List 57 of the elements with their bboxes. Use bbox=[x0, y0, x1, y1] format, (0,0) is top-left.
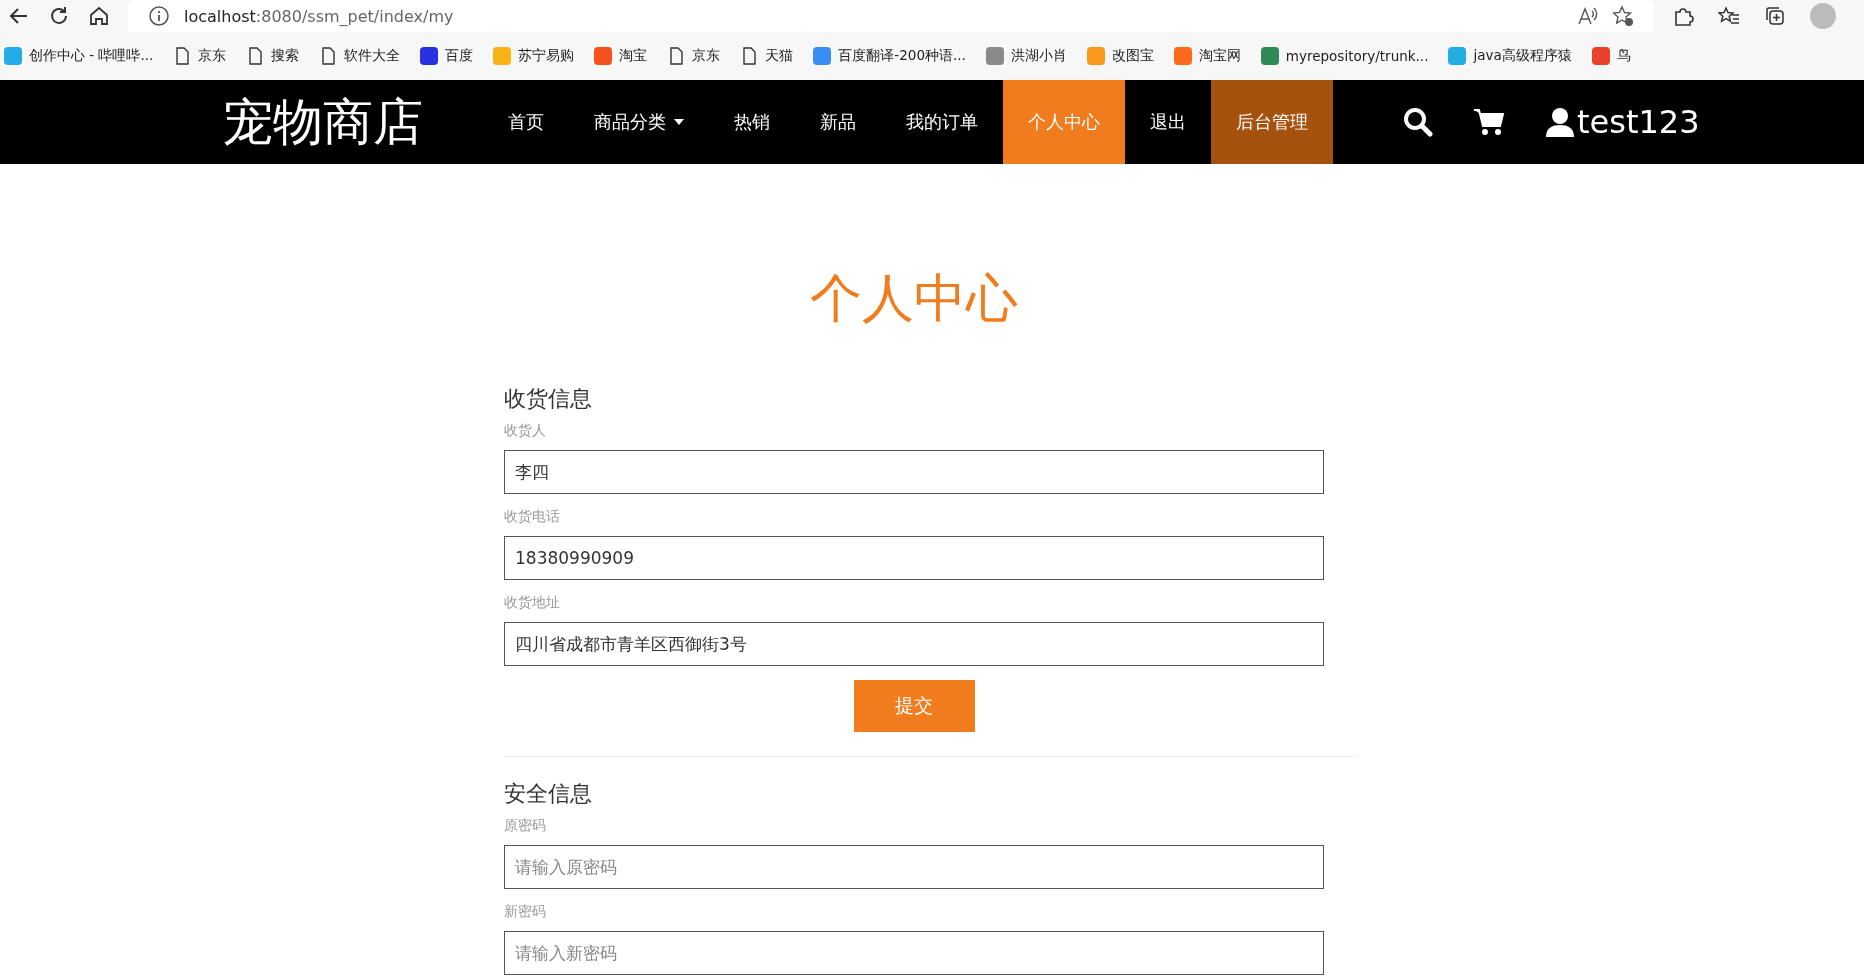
page-title: 个人中心 bbox=[809, 267, 1019, 330]
bookmark-link[interactable]: 百度翻译-200种语... bbox=[813, 47, 966, 65]
field-label: 原密码 bbox=[504, 817, 547, 835]
cart-icon[interactable] bbox=[1473, 107, 1505, 137]
bookmark-link[interactable]: 京东 bbox=[667, 47, 721, 65]
input-field[interactable]: 请输入原密码 bbox=[504, 845, 1324, 889]
page-icon bbox=[173, 47, 192, 65]
store-logo[interactable]: 宠物商店 bbox=[223, 80, 423, 164]
collections-icon[interactable] bbox=[1764, 5, 1786, 27]
bookmark-link[interactable]: myrepository/trunk... bbox=[1260, 47, 1429, 65]
input-field[interactable]: 请输入新密码 bbox=[504, 931, 1324, 975]
page-icon bbox=[667, 47, 686, 65]
bookmark-link[interactable]: 苏宁易购 bbox=[493, 47, 575, 65]
field-label: 收货地址 bbox=[504, 594, 561, 612]
nav-tab[interactable]: 后台管理 bbox=[1211, 80, 1333, 164]
field-label: 收货电话 bbox=[504, 508, 561, 526]
bookmark-link[interactable]: 百度 bbox=[420, 47, 474, 65]
bookmark-link[interactable]: 软件大全 bbox=[319, 47, 401, 65]
favorites-icon[interactable] bbox=[1718, 5, 1740, 27]
bookmark-link[interactable]: java高级程序猿 bbox=[1448, 47, 1572, 65]
section-heading: 安全信息 bbox=[504, 780, 593, 808]
bookmark-link[interactable]: 京东 bbox=[173, 47, 227, 65]
bookmark-link[interactable]: 搜索 bbox=[246, 47, 300, 65]
user-menu[interactable]: test123 bbox=[1545, 103, 1700, 141]
input-field[interactable]: 四川省成都市青羊区西御街3号 bbox=[504, 622, 1324, 666]
read-aloud-icon[interactable] bbox=[1576, 5, 1598, 27]
field-label: 收货人 bbox=[504, 422, 547, 440]
input-field[interactable]: 18380990909 bbox=[504, 536, 1324, 580]
bookmark-link[interactable]: 洪湖小肖 bbox=[985, 47, 1067, 65]
caret-icon bbox=[674, 119, 684, 125]
section-heading: 收货信息 bbox=[504, 385, 593, 413]
url-text: localhost:8080/ssm_pet/index/my bbox=[184, 6, 454, 26]
bookmark-link[interactable]: 鸟 bbox=[1591, 47, 1631, 65]
search-icon[interactable] bbox=[1403, 107, 1433, 137]
nav-tab[interactable]: 热销 bbox=[709, 80, 795, 164]
nav-tab[interactable]: 首页 bbox=[483, 80, 569, 164]
bookmark-link[interactable]: 改图宝 bbox=[1086, 47, 1154, 65]
field-label: 新密码 bbox=[504, 903, 547, 921]
nav-tab[interactable]: 商品分类 bbox=[569, 80, 709, 164]
nav-tab[interactable]: 退出 bbox=[1125, 80, 1211, 164]
address-bar[interactable]: localhost:8080/ssm_pet/index/my bbox=[128, 0, 1654, 32]
input-field[interactable]: 李四 bbox=[504, 450, 1324, 494]
nav-tab[interactable]: 我的订单 bbox=[881, 80, 1003, 164]
bookmark-link[interactable]: 创作中心 - 哔哩哔... bbox=[4, 47, 154, 65]
user-icon bbox=[1545, 107, 1575, 137]
star-add-icon[interactable] bbox=[1612, 5, 1634, 27]
nav-tab[interactable]: 新品 bbox=[795, 80, 881, 164]
bookmark-link[interactable]: 淘宝网 bbox=[1173, 47, 1241, 65]
home-icon[interactable] bbox=[88, 5, 110, 27]
puzzle-icon[interactable] bbox=[1672, 5, 1694, 27]
reload-icon[interactable] bbox=[48, 5, 70, 27]
page-icon bbox=[246, 47, 265, 65]
page-icon bbox=[319, 47, 338, 65]
info-icon[interactable] bbox=[148, 5, 170, 27]
bookmark-link[interactable]: 天猫 bbox=[740, 47, 794, 65]
bookmark-link[interactable]: 淘宝 bbox=[594, 47, 648, 65]
page-icon bbox=[740, 47, 759, 65]
